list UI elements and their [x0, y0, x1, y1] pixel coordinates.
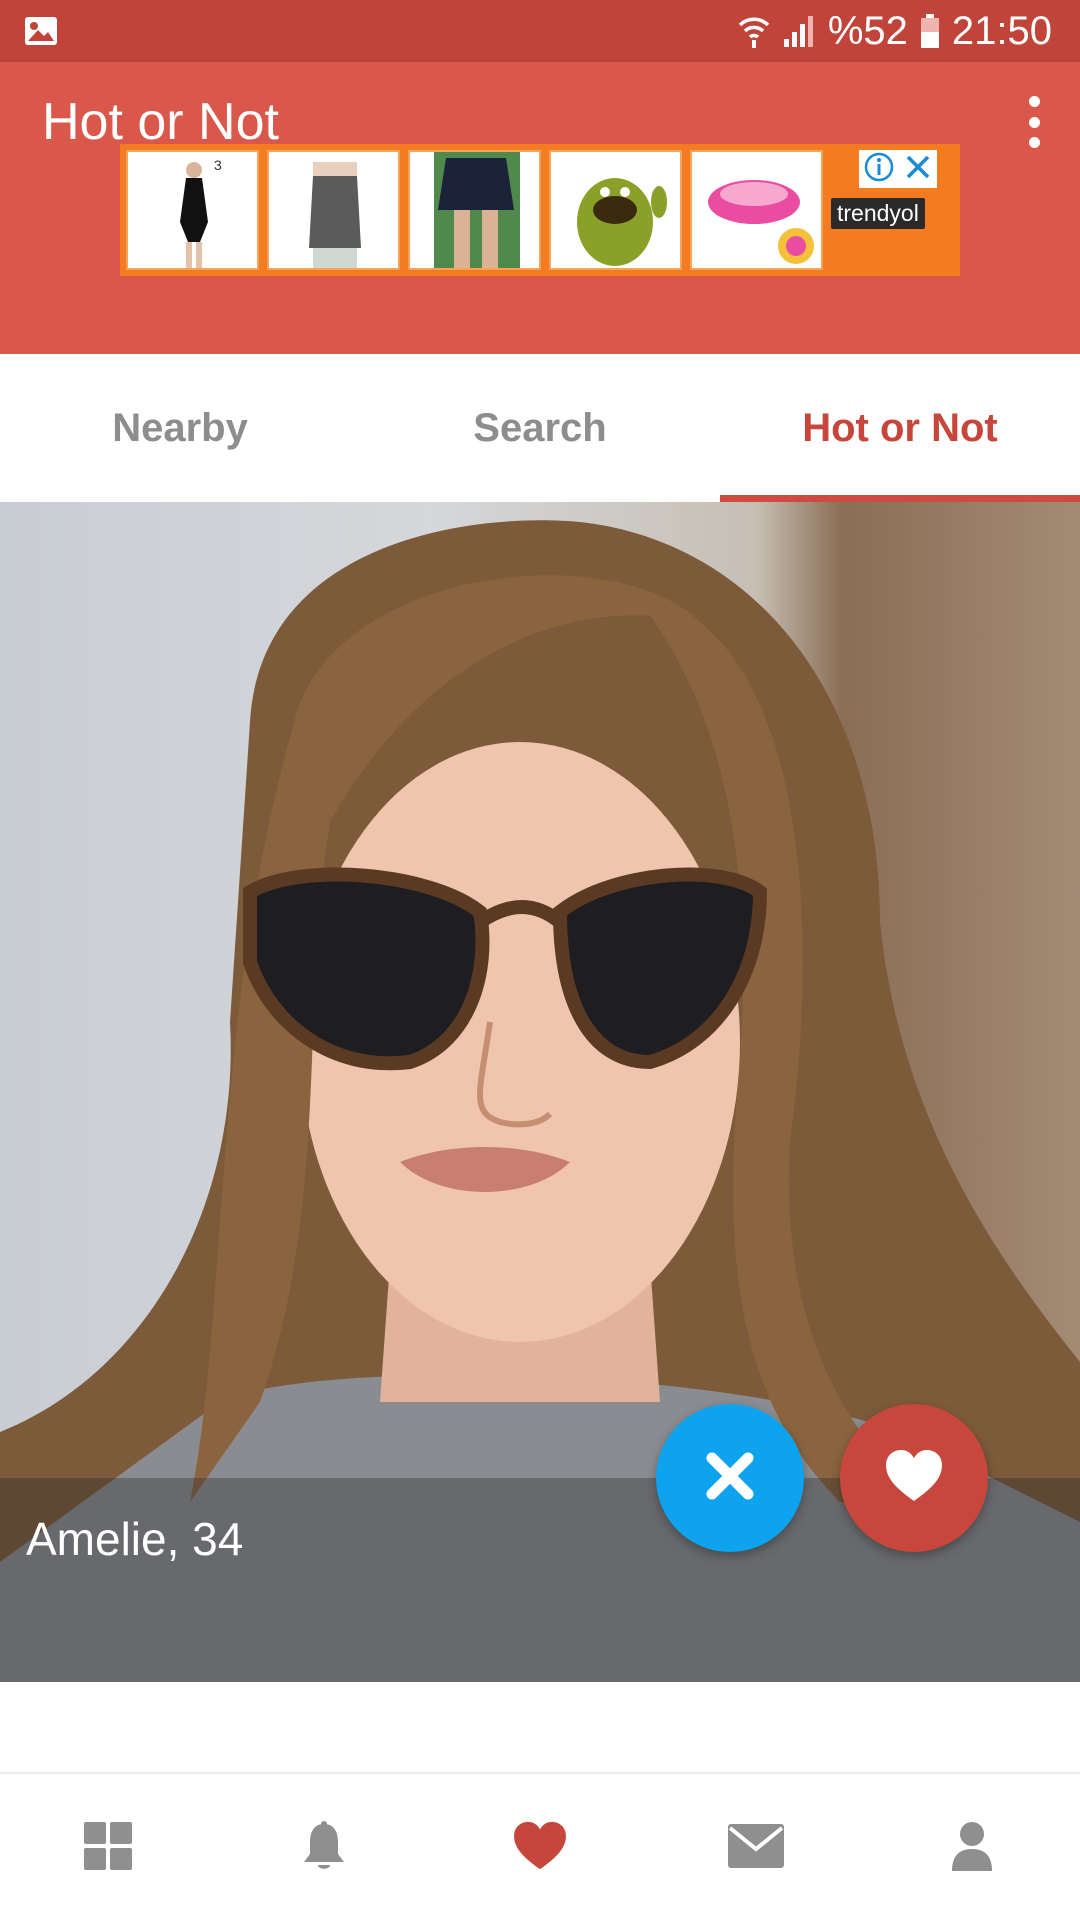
- close-icon: [702, 1448, 758, 1509]
- tab-search[interactable]: Search: [360, 354, 720, 502]
- tab-bar: Nearby Search Hot or Not: [0, 354, 1080, 502]
- ad-close-icon[interactable]: [904, 153, 932, 186]
- ad-banner[interactable]: 3 trendyol: [120, 144, 960, 276]
- tab-hot-or-not[interactable]: Hot or Not: [720, 354, 1080, 502]
- dot-icon: [1028, 116, 1040, 128]
- ad-product-tank-top[interactable]: [267, 150, 400, 270]
- nav-profile[interactable]: [864, 1774, 1080, 1922]
- dot-icon: [1028, 137, 1040, 148]
- ad-product-bowl[interactable]: [690, 150, 823, 270]
- dislike-button[interactable]: [656, 1404, 804, 1552]
- nav-hot-or-not[interactable]: [432, 1774, 648, 1922]
- bell-icon: [302, 1820, 346, 1877]
- gallery-notification-icon: [24, 16, 58, 46]
- bottom-nav: [0, 1772, 1080, 1922]
- nav-notifications[interactable]: [216, 1774, 432, 1922]
- person-icon: [950, 1821, 994, 1876]
- tab-nearby[interactable]: Nearby: [0, 354, 360, 502]
- ad-info-icon[interactable]: [864, 152, 894, 187]
- status-bar: %52 21:50: [0, 0, 1080, 62]
- heart-icon: [511, 1821, 569, 1876]
- ad-badge: 3: [214, 157, 222, 173]
- mail-icon: [727, 1823, 785, 1874]
- grid-icon: [83, 1821, 133, 1876]
- overflow-menu-button[interactable]: [1014, 92, 1054, 152]
- battery-icon: [920, 14, 940, 48]
- ad-controls: [859, 150, 937, 188]
- app-title: Hot or Not: [42, 93, 279, 151]
- nav-grid[interactable]: [0, 1774, 216, 1922]
- ad-product-toy[interactable]: [549, 150, 682, 270]
- signal-icon: [782, 15, 816, 47]
- dot-icon: [1028, 96, 1040, 107]
- profile-name-age: Amelie, 34: [26, 1513, 244, 1565]
- nav-messages[interactable]: [648, 1774, 864, 1922]
- ad-product-skirt[interactable]: [408, 150, 541, 270]
- ad-brand[interactable]: trendyol: [831, 150, 939, 270]
- ad-brand-logo: trendyol: [831, 198, 925, 229]
- ad-product-bodysuit[interactable]: 3: [126, 150, 259, 270]
- clock: 21:50: [951, 8, 1052, 53]
- like-button[interactable]: [840, 1404, 988, 1552]
- battery-percent: %52: [827, 8, 908, 53]
- heart-icon: [884, 1449, 944, 1508]
- wifi-icon: [738, 13, 770, 49]
